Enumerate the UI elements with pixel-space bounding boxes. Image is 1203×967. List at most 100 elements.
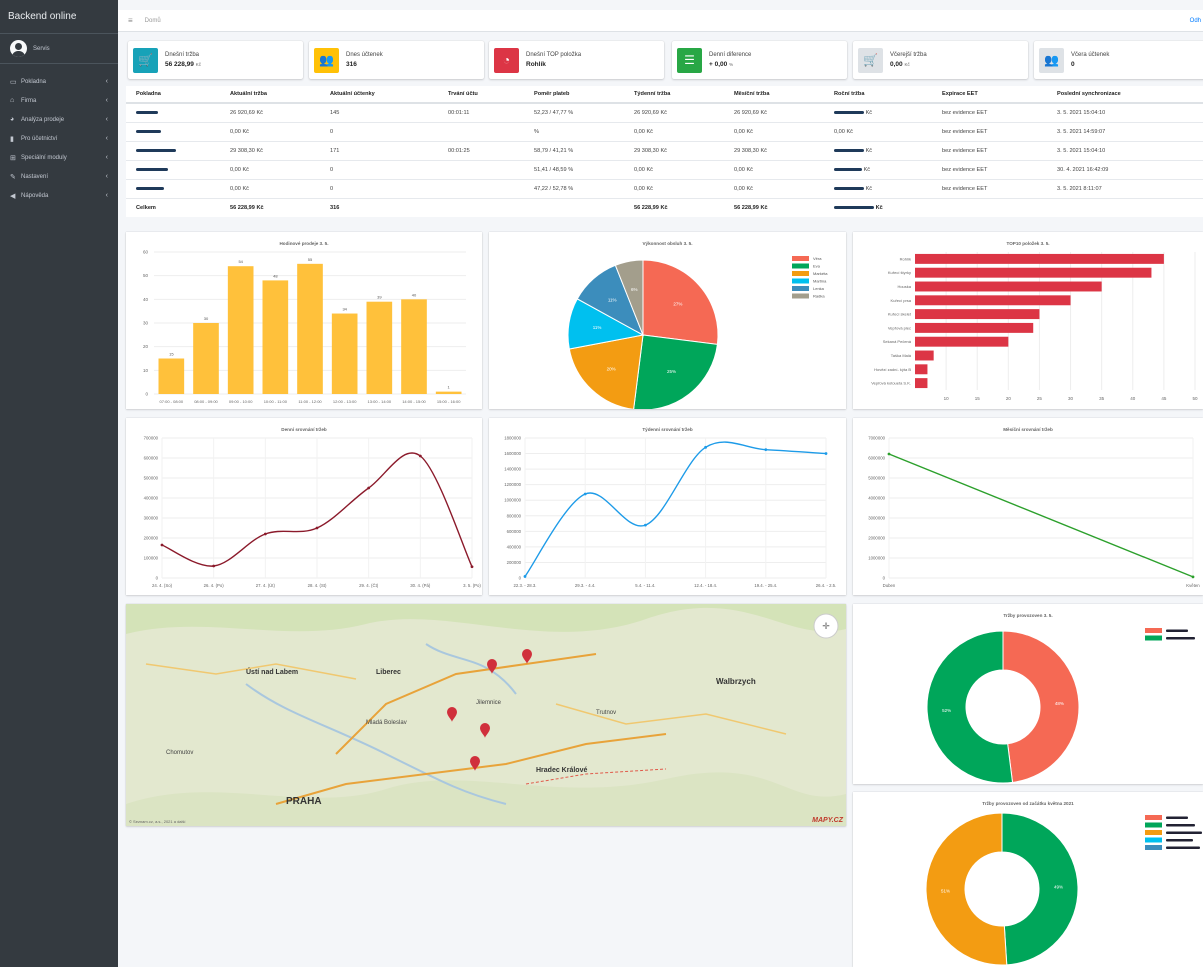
- info-box[interactable]: 👥 Včera účtenek 0: [1034, 41, 1203, 79]
- sidebar-item-moduly[interactable]: ⊞ Speciální moduly ‹: [0, 148, 118, 167]
- map-zoom-control[interactable]: ✛: [813, 613, 839, 639]
- x-tick-label: 13:00 - 14:00: [368, 399, 392, 404]
- bar[interactable]: [158, 358, 185, 395]
- sidebar-item-analyza[interactable]: ◕ Analýza prodeje ‹: [0, 110, 118, 129]
- column-header[interactable]: Expirace EET: [932, 86, 1047, 104]
- data-point[interactable]: [263, 532, 267, 536]
- info-box[interactable]: ◔ Dnešní TOP položka Rohlík: [489, 41, 664, 79]
- map-panel[interactable]: Ústí nad Labem Liberec Walbrzych Hradec …: [126, 604, 846, 826]
- logout-link[interactable]: Odh: [1190, 18, 1201, 24]
- data-point[interactable]: [160, 543, 164, 547]
- column-header[interactable]: Týdenní tržba: [624, 86, 724, 104]
- table-cell: Kč: [824, 140, 932, 160]
- data-point[interactable]: [644, 523, 647, 527]
- pie-slice[interactable]: [926, 630, 1014, 784]
- column-header[interactable]: Poslední synchronizace: [1047, 86, 1203, 104]
- x-tick-label: 5.4. - 11.4.: [635, 583, 655, 588]
- data-point[interactable]: [470, 565, 474, 569]
- cart-icon: 🛒: [133, 47, 158, 73]
- column-header[interactable]: Aktuální účtenky: [320, 86, 438, 104]
- data-point[interactable]: [367, 486, 371, 490]
- x-tick-label: 30. 4. (Pá): [410, 583, 431, 588]
- bar[interactable]: [401, 299, 427, 394]
- sidebar-item-napoveda[interactable]: ◀ Nápověda ‹: [0, 186, 118, 205]
- column-header[interactable]: Pokladna: [126, 86, 220, 104]
- bar[interactable]: [915, 281, 1102, 292]
- bar[interactable]: [915, 267, 1152, 278]
- user-panel[interactable]: Servis: [0, 34, 118, 64]
- bar[interactable]: [915, 309, 1040, 320]
- table-row[interactable]: 0,00 Kč 0 47,22 / 52,78 % 0,00 Kč 0,00 Kč Kč…: [126, 178, 1203, 198]
- info-box[interactable]: ☰ Denní diference + 0,00 %: [672, 41, 847, 79]
- x-tick-label: 22.3. - 28.3.: [514, 583, 537, 588]
- map-logo[interactable]: MAPY.CZ: [812, 817, 843, 824]
- bar[interactable]: [227, 266, 254, 394]
- data-point[interactable]: [1191, 575, 1195, 579]
- data-point[interactable]: [523, 575, 527, 578]
- x-tick-label: 29.3. - 4.4.: [575, 583, 596, 588]
- bar[interactable]: [915, 364, 928, 375]
- sidebar-item-firma[interactable]: ⌂ Firma ‹: [0, 91, 118, 110]
- sidebar-item-nastaveni[interactable]: ✎ Nastavení ‹: [0, 167, 118, 186]
- redacted-name: [136, 167, 168, 171]
- breadcrumb[interactable]: Domů: [145, 18, 161, 24]
- column-header[interactable]: Poměr plateb: [524, 86, 624, 104]
- data-point[interactable]: [887, 452, 891, 456]
- data-point[interactable]: [212, 564, 216, 568]
- bar[interactable]: [915, 378, 928, 389]
- info-box[interactable]: 🛒 Včerejší tržba 0,00 Kč: [853, 41, 1028, 79]
- table-row[interactable]: 0,00 Kč 0 51,41 / 48,59 % 0,00 Kč 0,00 Kč Kč…: [126, 159, 1203, 179]
- table-cell: 0: [320, 178, 438, 198]
- table-row[interactable]: 29 308,30 Kč 171 00:01:25 58,79 / 41,21 % 29…: [126, 140, 1203, 160]
- table-cell: 0: [320, 159, 438, 179]
- sidebar-item-ucetnictvi[interactable]: ▮ Pro účetnictví ‹: [0, 129, 118, 148]
- hamburger-icon[interactable]: ≡: [128, 16, 133, 25]
- pie-slice[interactable]: [1001, 812, 1079, 966]
- brand-title[interactable]: Backend online: [0, 0, 118, 34]
- info-box-label: Dnešní tržba: [165, 52, 200, 58]
- table-row[interactable]: 0,00 Kč 0% 0,00 Kč 0,00 Kč 0,00 Kč bez eviden…: [126, 121, 1203, 141]
- column-header[interactable]: Roční tržba: [824, 86, 932, 104]
- bar[interactable]: [915, 350, 934, 361]
- data-label: 1: [448, 385, 451, 390]
- bar[interactable]: [297, 263, 323, 394]
- data-point[interactable]: [824, 452, 828, 455]
- map-canvas[interactable]: Ústí nad Labem Liberec Walbrzych Hradec …: [126, 604, 846, 826]
- info-box[interactable]: 👥 Dnes účtenek 316: [309, 41, 484, 79]
- info-box-label: Dnes účtenek: [346, 52, 383, 58]
- bar[interactable]: [193, 323, 219, 394]
- info-box[interactable]: 🛒 Dnešní tržba 56 228,99 Kč: [128, 41, 303, 79]
- data-point[interactable]: [418, 454, 422, 458]
- bar[interactable]: [915, 253, 1164, 264]
- bar[interactable]: [366, 301, 393, 394]
- table-cell: [438, 121, 524, 141]
- data-point[interactable]: [315, 526, 319, 530]
- legend-swatch: [1145, 830, 1162, 835]
- bar[interactable]: [435, 391, 462, 394]
- slice-label: 51%: [941, 888, 950, 893]
- column-header[interactable]: Aktuální tržba: [220, 86, 320, 104]
- bar[interactable]: [331, 313, 358, 394]
- data-point[interactable]: [704, 445, 707, 449]
- column-header[interactable]: Trvání účtu: [438, 86, 524, 104]
- bar[interactable]: [915, 336, 1009, 347]
- table-cell: [438, 159, 524, 179]
- series-line[interactable]: [524, 441, 827, 577]
- data-label: 54: [238, 259, 243, 264]
- table-cell: 0,00 Kč: [624, 121, 724, 141]
- table-header-row: Pokladna Aktuální tržba Aktuální účtenky Tr…: [126, 86, 1203, 104]
- table-cell: 29 308,30 Kč: [220, 140, 320, 160]
- table-cell: [126, 178, 220, 198]
- table-row[interactable]: 26 920,69 Kč 145 00:01:11 52,23 / 47,77 % 26…: [126, 102, 1203, 122]
- y-tick-label: 2000000: [868, 536, 885, 541]
- bar[interactable]: [262, 280, 289, 394]
- data-point[interactable]: [583, 492, 587, 496]
- bar[interactable]: [915, 322, 1034, 333]
- column-header[interactable]: Měsíční tržba: [724, 86, 824, 104]
- table-cell: 26 920,69 Kč: [624, 102, 724, 122]
- pie-slice[interactable]: [925, 812, 1008, 966]
- sidebar-item-pokladna[interactable]: ▭ Pokladna ‹: [0, 72, 118, 91]
- data-point[interactable]: [764, 448, 768, 452]
- bar[interactable]: [915, 295, 1071, 306]
- pie-slice[interactable]: [1002, 630, 1080, 783]
